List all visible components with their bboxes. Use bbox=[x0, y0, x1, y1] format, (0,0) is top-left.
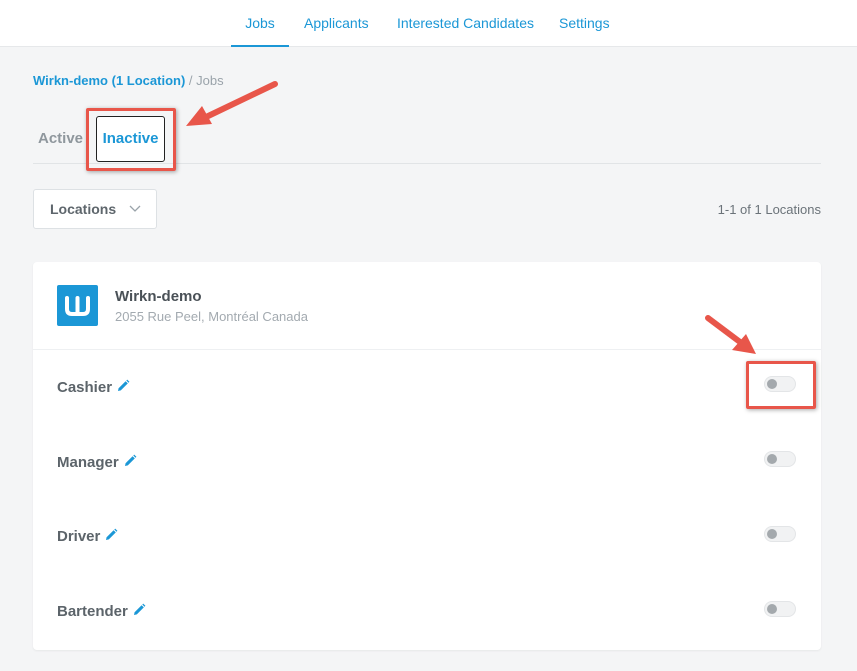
breadcrumb-location-link[interactable]: Wirkn-demo (1 Location) bbox=[33, 73, 185, 88]
toggle-knob bbox=[767, 529, 777, 539]
pencil-icon[interactable] bbox=[123, 454, 137, 468]
job-row: Driver bbox=[33, 500, 821, 575]
job-active-toggle[interactable] bbox=[764, 601, 796, 617]
job-row: Cashier bbox=[33, 350, 821, 425]
job-title: Driver bbox=[57, 528, 118, 545]
tab-applicants[interactable]: Applicants bbox=[304, 0, 369, 47]
toggle-knob bbox=[767, 604, 777, 614]
job-title-text: Manager bbox=[57, 454, 119, 471]
toggle-knob bbox=[767, 454, 777, 464]
results-count: 1-1 of 1 Locations bbox=[717, 202, 821, 217]
job-active-toggle[interactable] bbox=[764, 451, 796, 467]
job-title-text: Driver bbox=[57, 528, 101, 545]
tab-settings[interactable]: Settings bbox=[559, 0, 610, 47]
location-name: Wirkn-demo bbox=[115, 288, 202, 305]
job-active-toggle[interactable] bbox=[764, 526, 796, 542]
pencil-icon[interactable] bbox=[116, 379, 130, 393]
job-title: Manager bbox=[57, 454, 137, 471]
pencil-icon[interactable] bbox=[104, 528, 118, 542]
annotation-arrow-icon bbox=[186, 81, 278, 126]
job-title: Cashier bbox=[57, 379, 130, 396]
locations-dropdown-label: Locations bbox=[50, 201, 117, 217]
chevron-down-icon bbox=[129, 205, 141, 212]
annotation-highlight-inactive-tab bbox=[86, 108, 176, 171]
wirkn-logo bbox=[57, 285, 98, 326]
job-row: Manager bbox=[33, 425, 821, 500]
job-title: Bartender bbox=[57, 603, 146, 620]
job-row: Bartender bbox=[33, 575, 821, 650]
wirkn-logo-mark bbox=[65, 296, 90, 316]
tab-interested-candidates[interactable]: Interested Candidates bbox=[397, 0, 534, 47]
tab-jobs[interactable]: Jobs bbox=[231, 0, 289, 47]
tab-active[interactable]: Active bbox=[38, 114, 83, 163]
annotation-arrow-icon bbox=[705, 315, 756, 354]
location-address: 2055 Rue Peel, Montréal Canada bbox=[115, 309, 308, 324]
job-title-text: Bartender bbox=[57, 603, 128, 620]
pencil-icon[interactable] bbox=[132, 603, 146, 617]
job-title-text: Cashier bbox=[57, 379, 113, 396]
top-navigation: Jobs Applicants Interested Candidates Se… bbox=[0, 0, 857, 47]
annotation-highlight-toggle bbox=[746, 361, 816, 409]
locations-dropdown[interactable]: Locations bbox=[33, 189, 157, 229]
